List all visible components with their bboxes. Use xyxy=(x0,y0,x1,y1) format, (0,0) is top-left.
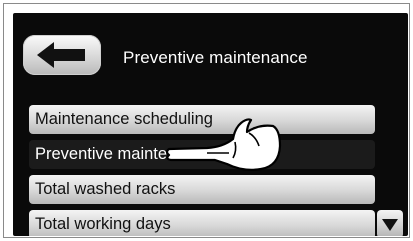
menu-item-total-working-days[interactable]: Total working days xyxy=(29,210,375,236)
menu-item-total-washed-racks[interactable]: Total washed racks xyxy=(29,175,375,204)
triangle-down-icon xyxy=(382,219,398,231)
scroll-down-button[interactable] xyxy=(377,210,403,236)
touch-screen: Preventive maintenance Maintenance sched… xyxy=(13,13,408,236)
back-arrow-icon xyxy=(37,42,85,68)
page-title: Preventive maintenance xyxy=(123,48,308,67)
back-button[interactable] xyxy=(23,35,101,75)
pointing-hand-icon xyxy=(165,118,282,171)
device-bezel: Preventive maintenance Maintenance sched… xyxy=(3,3,410,238)
